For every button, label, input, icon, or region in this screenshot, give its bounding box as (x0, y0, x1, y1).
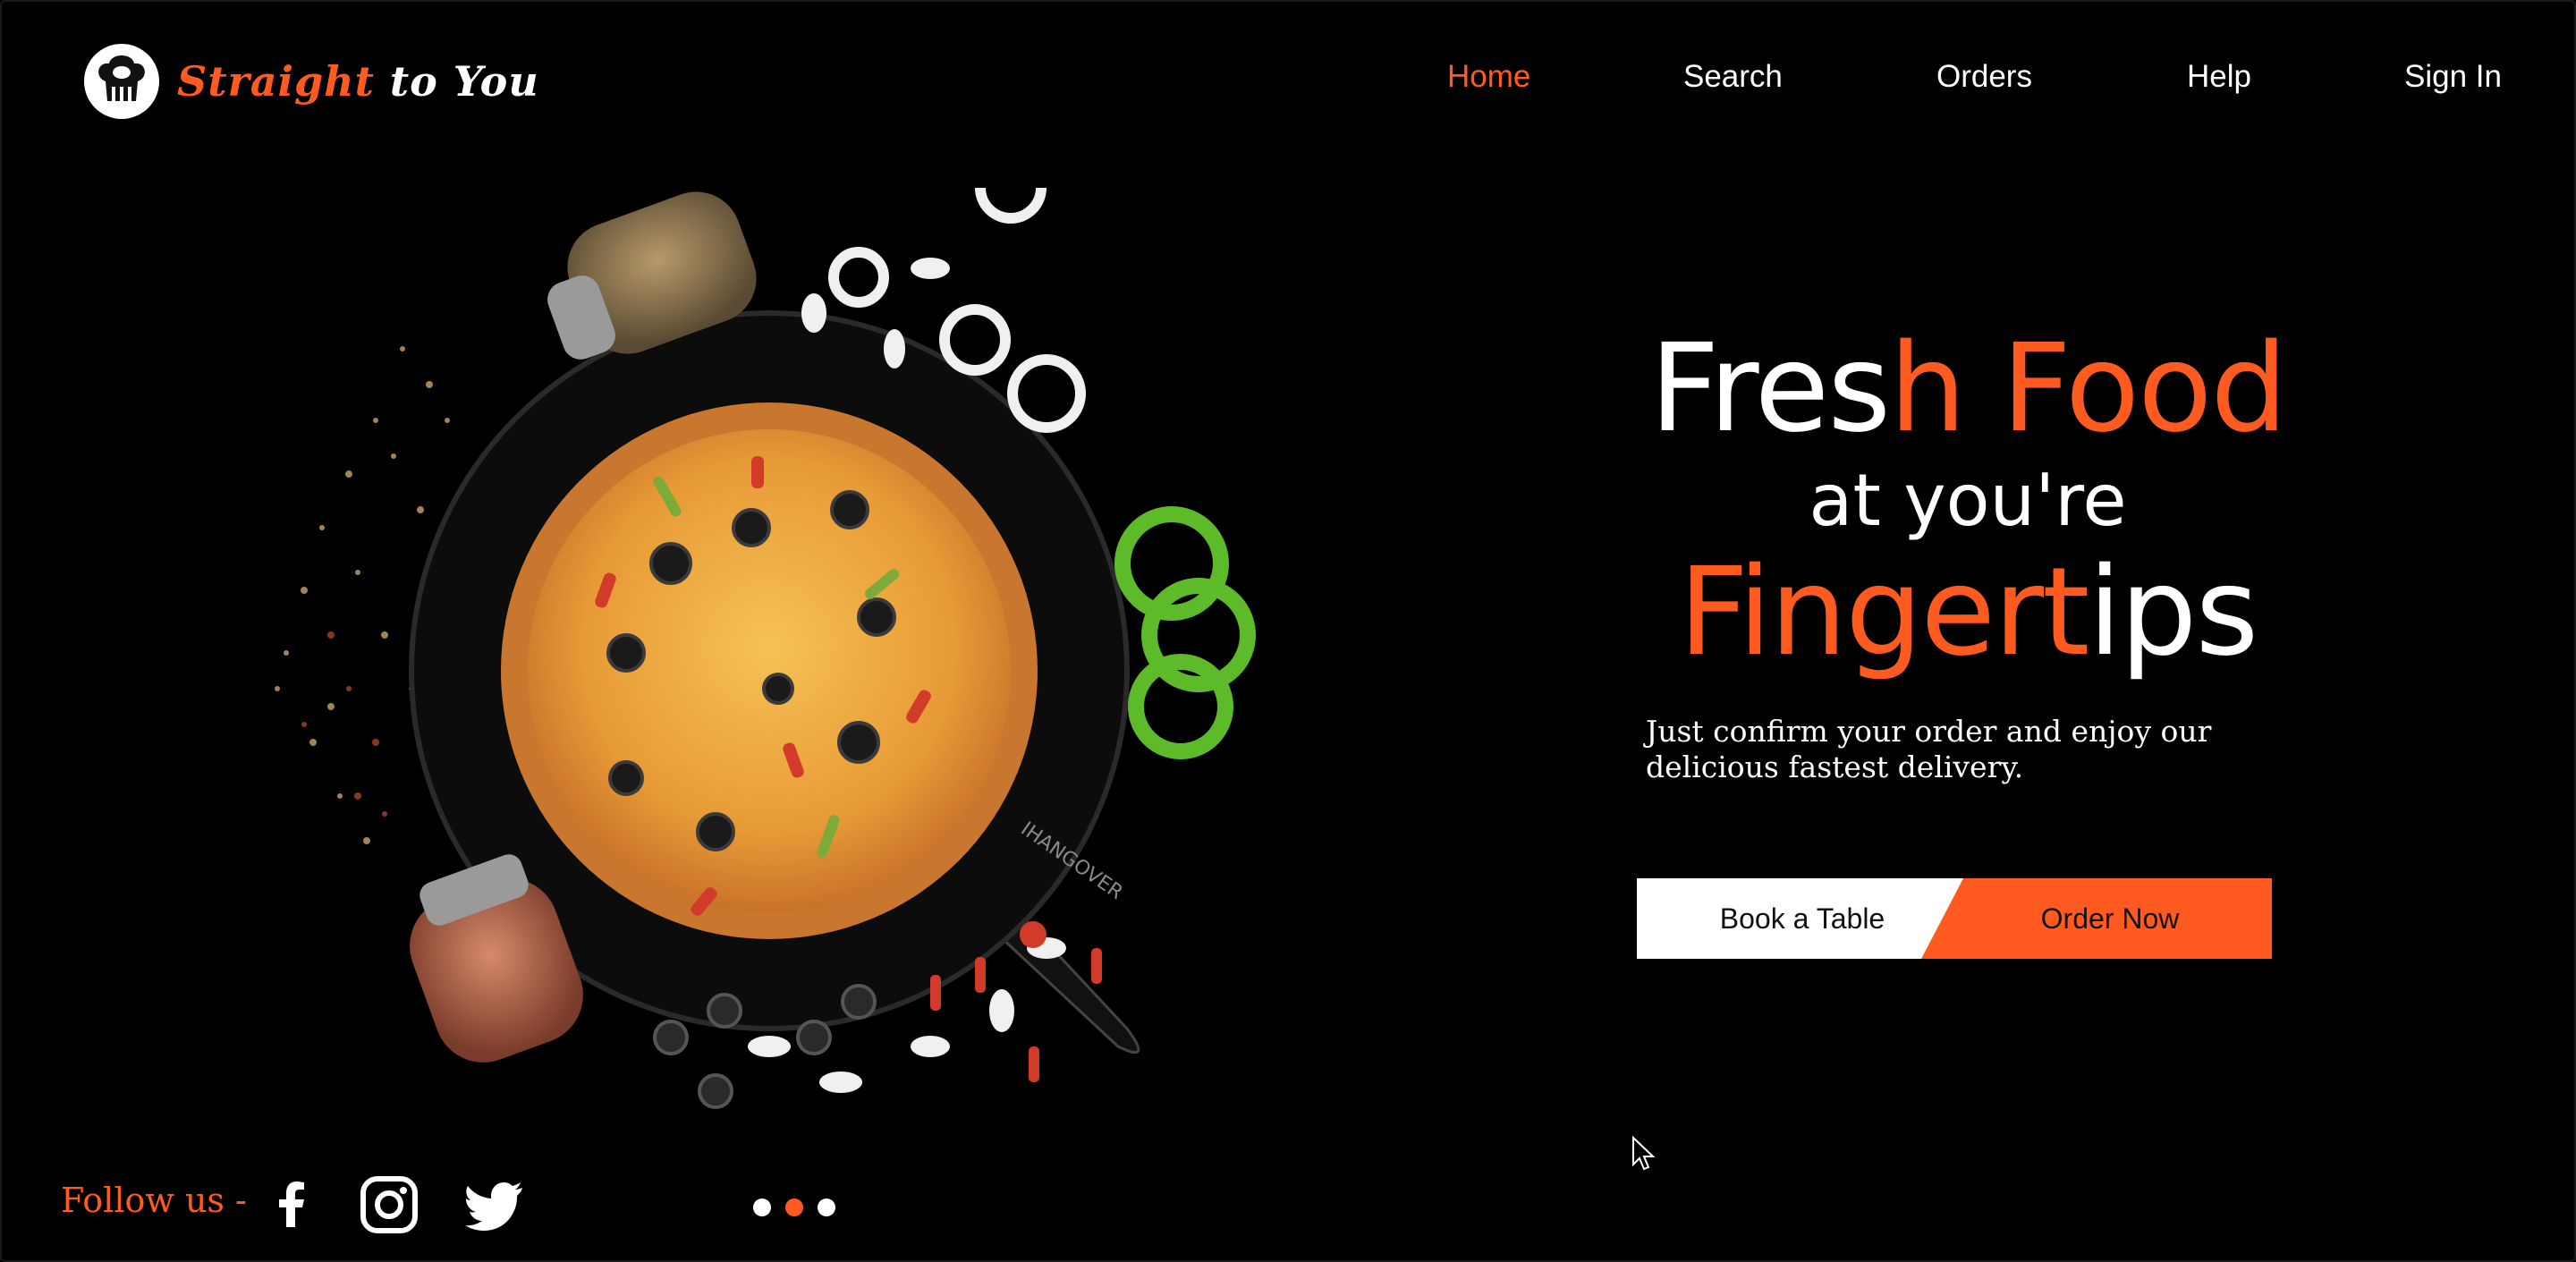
carousel-dot-2[interactable] (785, 1198, 803, 1216)
brand-name-part2: to You (389, 57, 539, 106)
order-now-button[interactable]: Order Now (1921, 878, 2272, 959)
nav-orders[interactable]: Orders (1936, 59, 2032, 95)
pizza-hero-image: IHANGOVER (275, 188, 1256, 1109)
nav-sign-in[interactable]: Sign In (2404, 59, 2502, 95)
follow-us-label: Follow us - (61, 1181, 247, 1220)
facebook-icon[interactable] (259, 1173, 322, 1236)
mouse-cursor-icon (1632, 1136, 1655, 1171)
nav-home[interactable]: Home (1447, 59, 1530, 95)
twitter-icon[interactable] (465, 1173, 528, 1236)
headline-line2: at you're (1809, 459, 2127, 542)
brand-name-part1: Straight (177, 57, 375, 106)
hero-headline: Fresh Food at you're Fingertips (1628, 322, 2308, 680)
hero-buttons: Book a Table Order Now (1637, 878, 2272, 959)
headline-line3: Fingertips (1678, 542, 2259, 683)
brand-name: Straight to You (177, 57, 539, 106)
nav-help[interactable]: Help (2187, 59, 2251, 95)
instagram-icon[interactable] (358, 1173, 420, 1236)
nav-search[interactable]: Search (1683, 59, 1783, 95)
carousel-dot-3[interactable] (818, 1198, 835, 1216)
hero-tagline: Just confirm your order and enjoy our de… (1646, 714, 2212, 784)
headline-line1: Fresh Food (1649, 318, 2287, 460)
chef-hat-icon (84, 44, 159, 119)
carousel-dots (753, 1198, 835, 1216)
carousel-dot-1[interactable] (753, 1198, 771, 1216)
brand-logo[interactable]: Straight to You (82, 41, 539, 122)
